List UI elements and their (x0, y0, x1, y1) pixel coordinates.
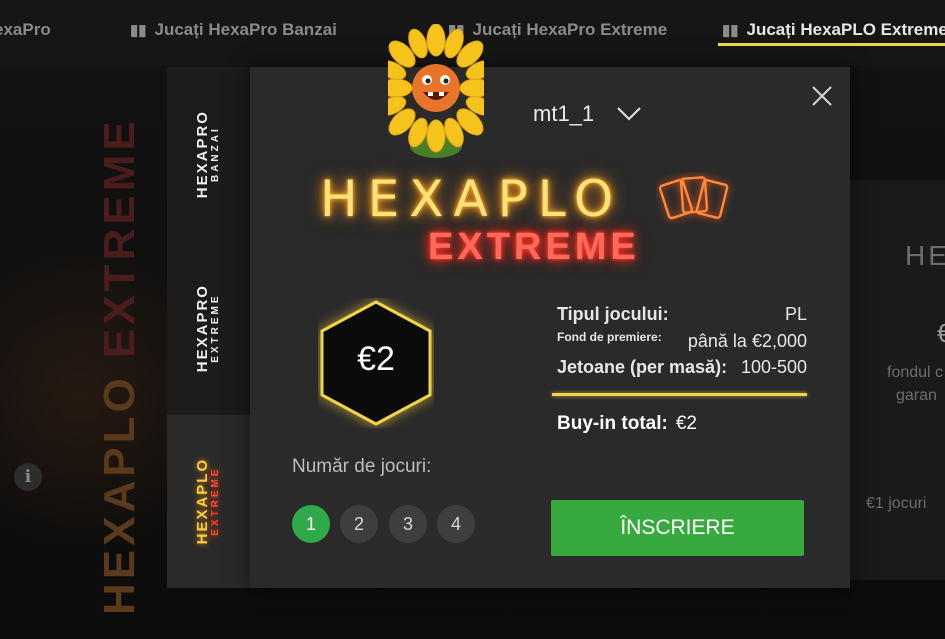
background-logo-title: HEXAPLO (95, 374, 144, 615)
cards-icon: ▮▮ (130, 22, 147, 39)
tab-label: Jucați HexaPLO Extreme (746, 20, 945, 39)
buyin-total-value: €2 (675, 413, 697, 434)
game-type-value: PL (784, 304, 807, 324)
games-count-option-4[interactable]: 4 (437, 505, 475, 543)
background-logo: HEXAPLO EXTREME (95, 117, 145, 615)
side-tab-hexaplo-extreme[interactable]: HEXAPLO EXTREME (167, 415, 250, 588)
games-count-label: Număr de jocuri: (292, 456, 432, 477)
game-type-row: Tipul jocului: PL (557, 304, 807, 325)
username-dropdown[interactable]: mt1_1 (533, 99, 642, 129)
hexaplo-logo-sub: EXTREME (428, 226, 640, 268)
games-count-option-2[interactable]: 2 (340, 505, 378, 543)
prize-fund-label: Fond de premiere: (557, 330, 662, 344)
games-count-option-3[interactable]: 3 (389, 505, 427, 543)
divider (552, 393, 807, 396)
close-icon[interactable] (808, 82, 836, 110)
game-type-label: Tipul jocului: (557, 304, 669, 324)
tab-hexapro-banzai[interactable]: ▮▮ Jucați HexaPro Banzai (130, 20, 337, 40)
side-tab-hexapro-banzai[interactable]: HEXAPRO BANZAI (167, 67, 250, 243)
promo-value: € (937, 318, 945, 348)
background-logo-sub: EXTREME (95, 117, 144, 359)
tab-label: Jucați HexaPro Extreme (472, 20, 668, 39)
tab-label: exaPro (0, 20, 51, 39)
hexaplo-extreme-logo: HEXAPLO EXTREME (194, 458, 222, 545)
buyin-badge-value: €2 (357, 340, 395, 378)
sunflower-avatar (388, 24, 484, 158)
cards-icon: ▮▮ (722, 22, 739, 39)
games-count-option-1[interactable]: 1 (292, 505, 330, 543)
side-tab-hexapro-extreme[interactable]: HEXAPRO EXTREME (167, 241, 250, 417)
promo-text: €1 jocuri (866, 495, 927, 512)
chevron-down-icon (617, 107, 641, 121)
buyin-total: Buy-in total: €2 (557, 413, 697, 435)
chips-row: Jetoane (per masă): 100-500 (557, 357, 807, 378)
promo-title: HE (905, 240, 945, 271)
prize-fund-value: până la €2,000 (687, 331, 807, 351)
info-icon[interactable]: i (14, 463, 42, 491)
tab-hexapro[interactable]: exaPro (0, 20, 51, 40)
chips-value: 100-500 (740, 357, 807, 377)
hexaplo-logo-title: HEXAPLO (320, 170, 624, 228)
tab-hexaplo-extreme[interactable]: ▮▮ Jucați HexaPLO Extreme (722, 20, 945, 40)
playing-cards-icon (658, 176, 729, 220)
tab-label: Jucați HexaPro Banzai (154, 20, 337, 39)
hexapro-extreme-logo: HEXAPRO EXTREME (194, 283, 222, 373)
register-button[interactable]: ÎNSCRIERE (551, 500, 804, 556)
promo-text: garan (896, 387, 937, 404)
hexapro-banzai-logo: HEXAPRO BANZAI (194, 109, 222, 199)
chips-label: Jetoane (per masă): (557, 357, 728, 377)
buyin-total-label: Buy-in total: (557, 413, 668, 434)
username: mt1_1 (533, 101, 595, 126)
active-tab-indicator (718, 43, 945, 46)
promo-text: fondul c (887, 364, 944, 381)
game-variant-tabs: HEXAPRO BANZAI HEXAPRO EXTREME HEXAPLO E… (167, 67, 250, 588)
